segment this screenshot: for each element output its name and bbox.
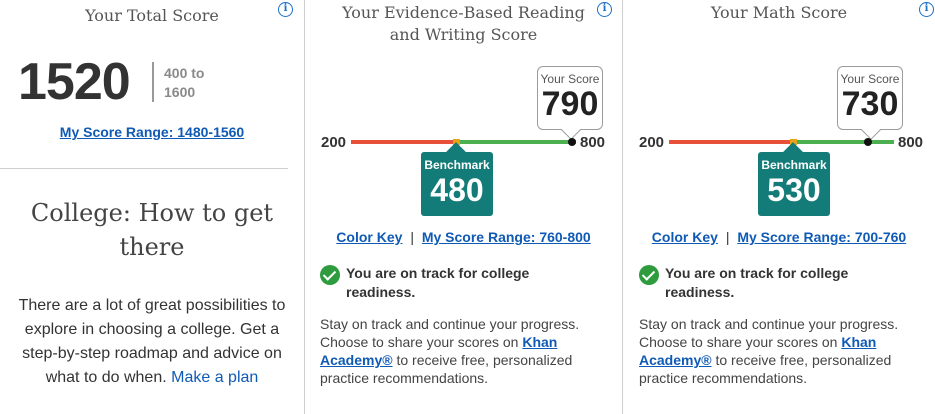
- color-key-link[interactable]: Color Key: [336, 229, 402, 245]
- ebrw-title: Your Evidence-Based Reading and Writing …: [305, 2, 622, 46]
- total-score-range-link[interactable]: My Score Range: 1480-1560: [60, 124, 244, 140]
- info-icon[interactable]: i: [278, 2, 293, 17]
- range-divider: [152, 62, 154, 102]
- total-score-range-link-wrap: My Score Range: 1480-1560: [0, 124, 304, 142]
- ebrw-score-panel: Your Evidence-Based Reading and Writing …: [305, 0, 623, 414]
- math-score-range-link[interactable]: My Score Range: 700-760: [737, 229, 906, 245]
- your-score-label: Your Score: [840, 72, 900, 86]
- math-title: Your Math Score: [710, 3, 848, 22]
- score-scale: 200 800: [321, 130, 611, 154]
- range-line-1: 400 to: [164, 65, 205, 81]
- color-key-link[interactable]: Color Key: [652, 229, 718, 245]
- math-advice: Stay on track and continue your progress…: [639, 315, 929, 387]
- ebrw-advice: Stay on track and continue your progress…: [320, 315, 615, 387]
- total-score-panel: Your Total Score i 1520 400 to 1600 My S…: [0, 0, 305, 414]
- your-score-callout: Your Score 790: [537, 66, 603, 140]
- link-separator: |: [725, 229, 730, 245]
- check-circle-icon: [639, 265, 659, 285]
- info-icon[interactable]: i: [919, 2, 934, 17]
- scale-above-benchmark: [459, 140, 576, 144]
- college-body: There are a lot of great possibilities t…: [6, 294, 298, 390]
- college-title: College: How to get there: [0, 196, 304, 264]
- on-track-line-1: You are on track for college: [665, 265, 849, 281]
- check-circle-icon: [320, 265, 340, 285]
- range-line-2: 1600: [164, 84, 196, 100]
- link-separator: |: [410, 229, 414, 245]
- benchmark-callout: Benchmark 530: [758, 142, 830, 216]
- ebrw-links-row: Color Key | My Score Range: 760-800: [305, 229, 622, 245]
- on-track-line-2: readiness.: [665, 284, 735, 300]
- scale-min-label: 200: [321, 134, 347, 151]
- ebrw-title-line-1: Your Evidence-Based Reading: [342, 3, 585, 22]
- college-title-line-2: there: [119, 233, 185, 261]
- total-score-title: Your Total Score: [85, 6, 219, 25]
- scale-below-benchmark: [669, 140, 790, 144]
- on-track-line-1: You are on track for college: [346, 265, 530, 281]
- score-marker: [568, 138, 577, 146]
- make-a-plan-link[interactable]: Make a plan: [171, 369, 258, 386]
- total-score-value: 1520: [18, 53, 131, 111]
- info-icon[interactable]: i: [597, 2, 612, 17]
- benchmark-value: 480: [430, 172, 484, 208]
- score-marker: [863, 138, 872, 146]
- math-score-panel: Your Math Score i Your Score 730 200 800…: [623, 0, 935, 414]
- benchmark-label: Benchmark: [424, 158, 490, 172]
- benchmark-value: 530: [767, 172, 821, 208]
- scale-min-label: 200: [639, 134, 665, 151]
- your-score-value: 790: [541, 85, 599, 123]
- on-track-line-2: readiness.: [346, 284, 416, 300]
- total-score-range: 400 to 1600: [164, 64, 204, 102]
- college-title-line-1: College: How to get: [30, 199, 274, 227]
- on-track-message: You are on track for college readiness.: [346, 264, 529, 302]
- your-score-value: 730: [841, 85, 899, 123]
- benchmark-callout: Benchmark 480: [421, 142, 493, 216]
- ebrw-title-line-2: and Writing Score: [389, 25, 538, 44]
- on-track-message: You are on track for college readiness.: [665, 264, 848, 302]
- math-links-row: Color Key | My Score Range: 700-760: [623, 229, 935, 245]
- ebrw-score-range-link[interactable]: My Score Range: 760-800: [422, 229, 591, 245]
- scale-below-benchmark: [351, 140, 453, 144]
- scale-above-benchmark: [795, 140, 894, 144]
- your-score-label: Your Score: [540, 72, 600, 86]
- your-score-callout: Your Score 730: [837, 66, 903, 140]
- scale-max-label: 800: [580, 134, 606, 151]
- scale-max-label: 800: [898, 134, 924, 151]
- benchmark-label: Benchmark: [761, 158, 827, 172]
- divider: [0, 168, 288, 169]
